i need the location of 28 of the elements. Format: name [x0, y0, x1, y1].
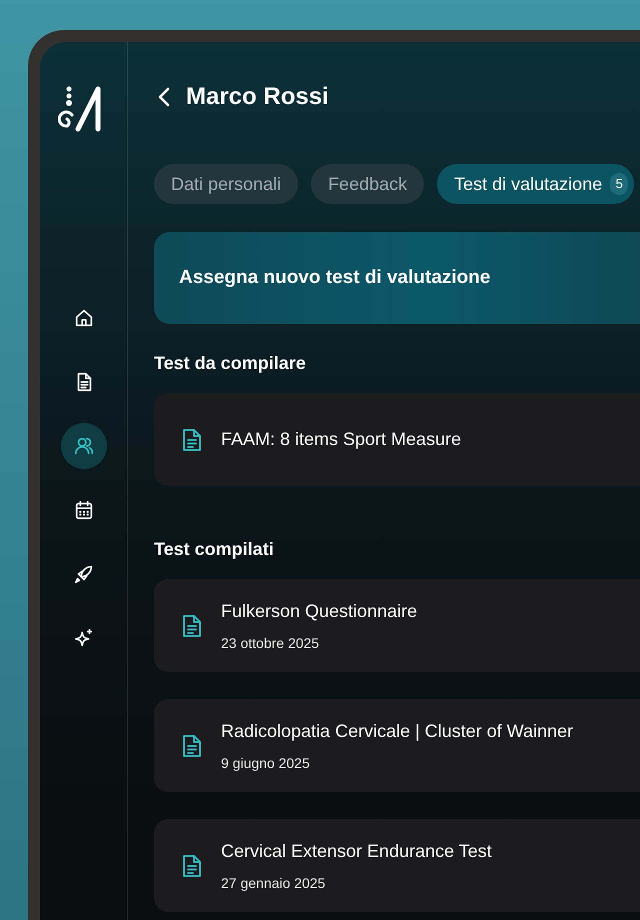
test-date: 9 giugno 2025 — [221, 754, 311, 773]
test-card[interactable]: Fulkerson Questionnaire 23 ottobre 2025 — [154, 579, 640, 672]
section-title: Test da compilare — [154, 352, 307, 375]
test-title: Fulkerson Questionnaire — [221, 600, 418, 622]
count-badge: 5 — [610, 173, 628, 195]
tab[interactable]: Test di valutazione 5 — [437, 164, 634, 204]
test-card[interactable]: Radicolopatia Cervicale | Cluster of Wainner 9 giugno 2025 — [154, 699, 640, 792]
test-title: FAAM: 8 items Sport Measure — [221, 428, 462, 451]
document-icon — [181, 734, 203, 758]
document-icon — [181, 428, 203, 452]
page-title: Marco Rossi — [186, 82, 329, 112]
test-date: 23 ottobre 2025 — [221, 634, 320, 652]
test-title: Radicolopatia Cervicale | Cluster of Wainner — [221, 720, 574, 743]
assign-test-button[interactable]: Assegna nuovo test di valutazione — [154, 232, 640, 324]
test-card[interactable]: Cervical Extensor Endurance Test 27 gennaio 2025 — [154, 819, 640, 912]
sparkle-icon — [72, 627, 94, 649]
tab[interactable]: Dati personali — [154, 164, 298, 204]
document-icon — [181, 854, 203, 878]
rocket-icon — [72, 563, 94, 585]
users-icon — [72, 435, 94, 457]
back-icon[interactable] — [156, 86, 172, 108]
test-title: Cervical Extensor Endurance Test — [221, 840, 492, 862]
test-card[interactable]: FAAM: 8 items Sport Measure — [154, 393, 640, 486]
nav-item[interactable] — [60, 423, 106, 469]
section-title: Test compilati — [154, 538, 275, 561]
tab[interactable]: Feedback — [311, 164, 424, 204]
test-date: 27 gennaio 2025 — [221, 874, 326, 893]
document-icon — [181, 614, 203, 638]
